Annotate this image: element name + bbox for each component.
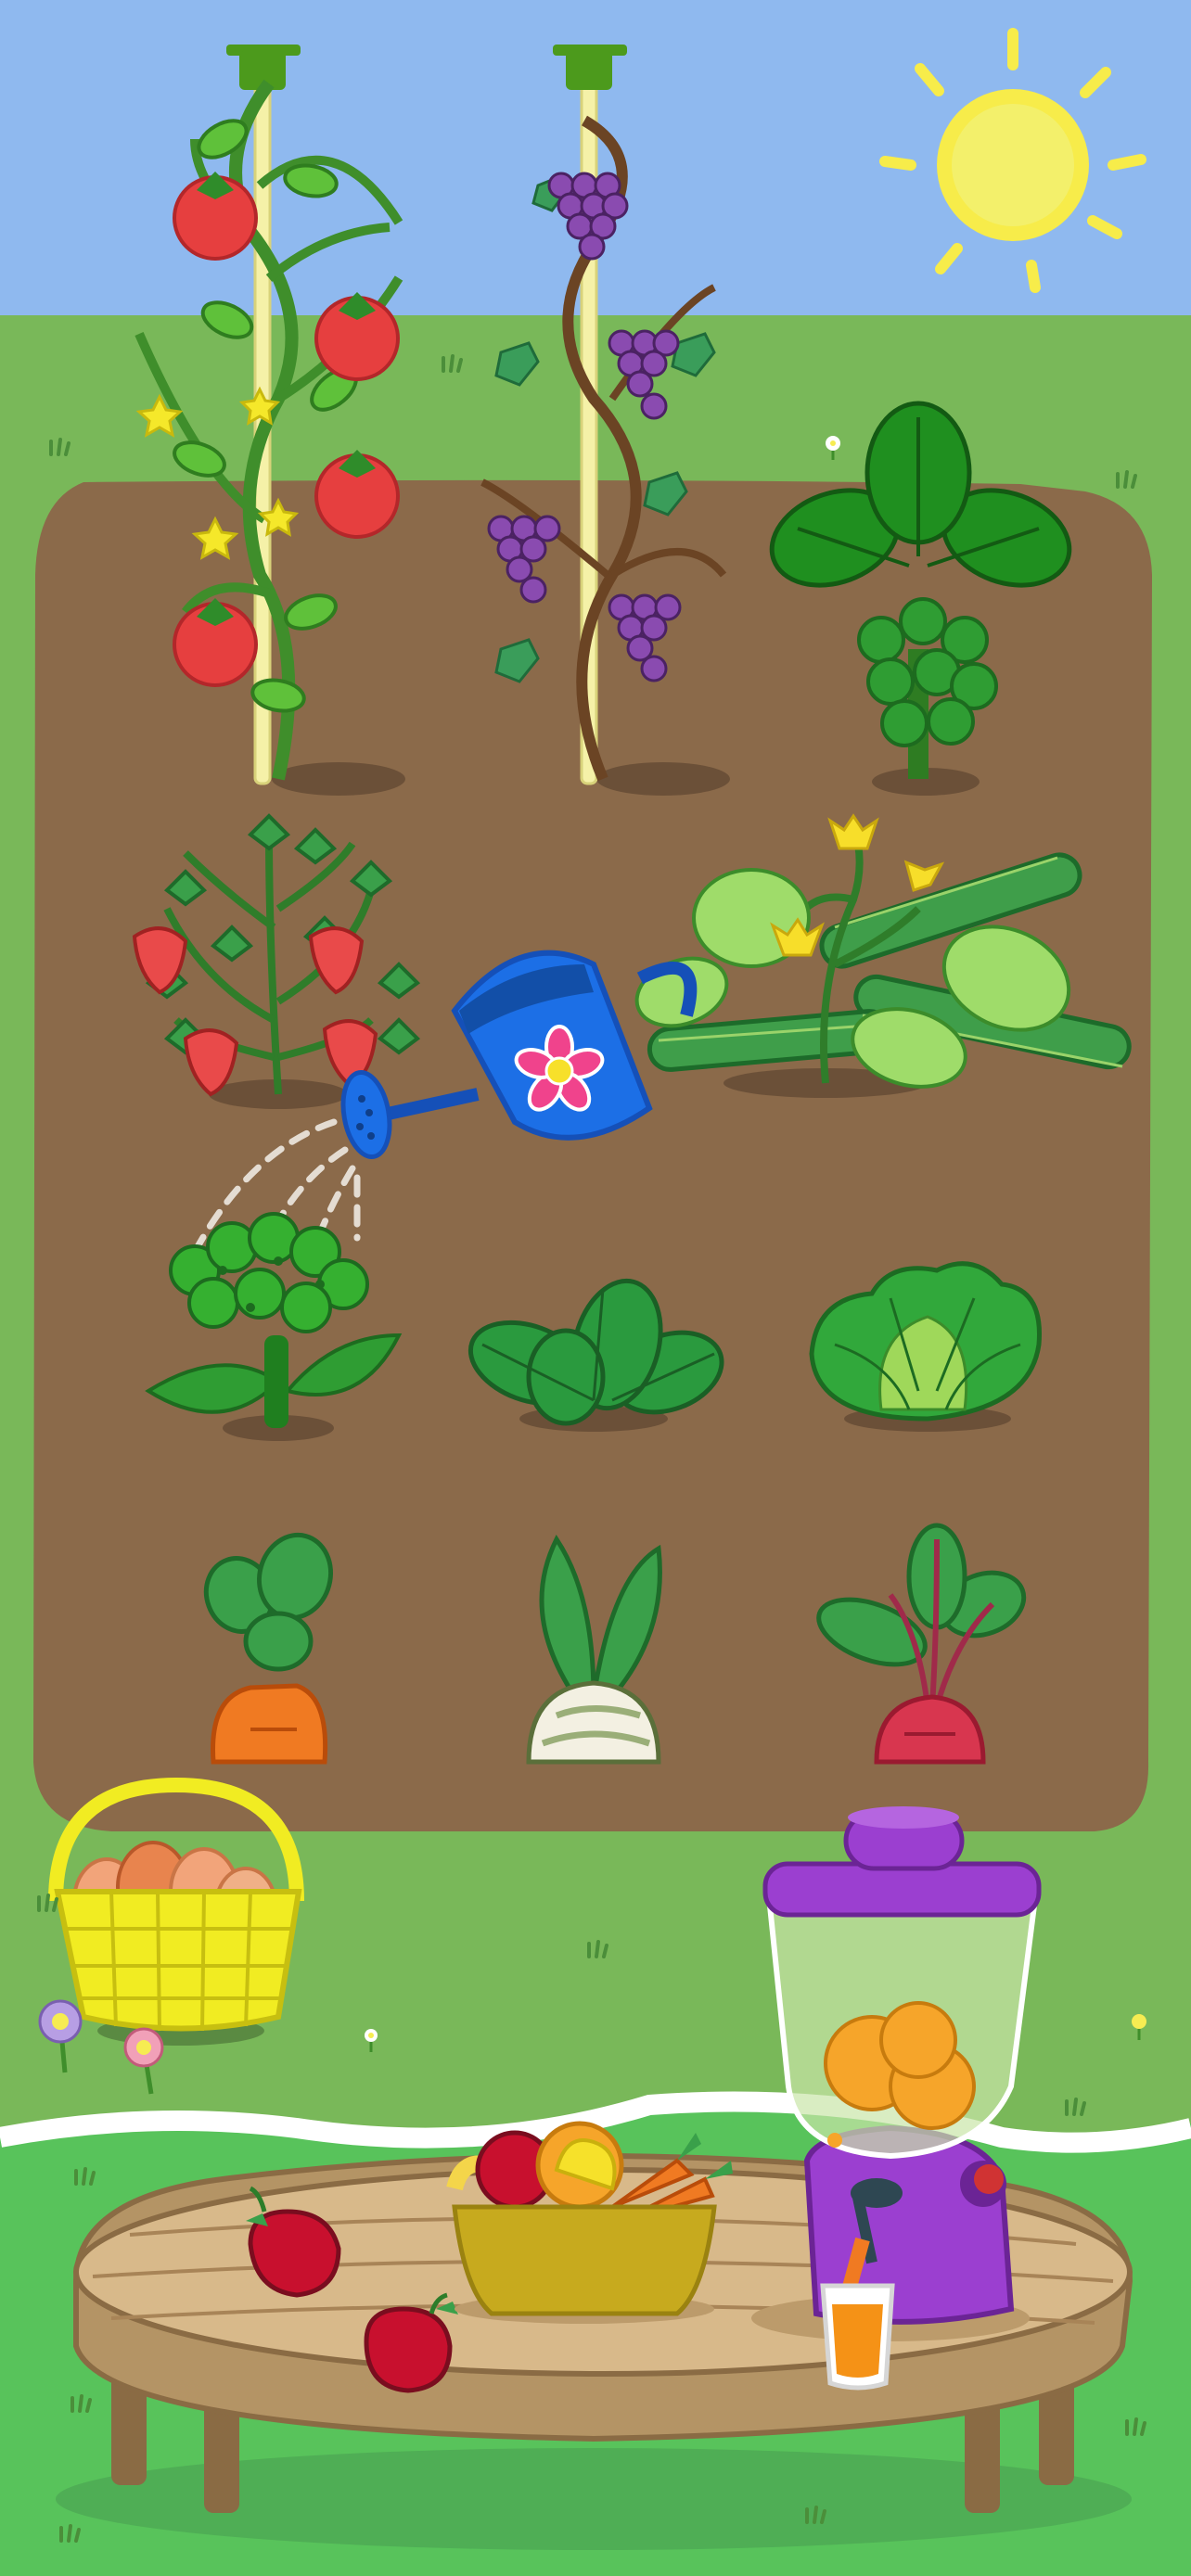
garden-scene [0, 0, 1191, 2576]
